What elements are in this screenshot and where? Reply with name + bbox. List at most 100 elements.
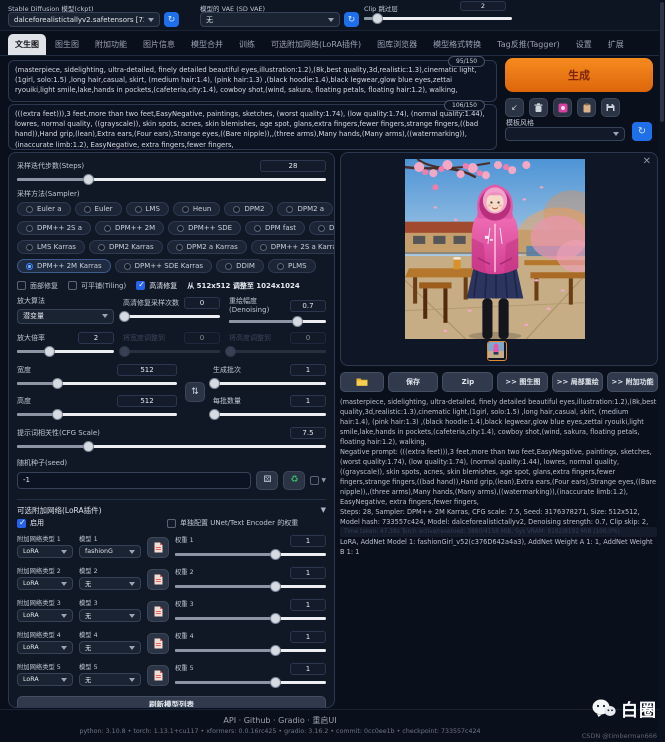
clear-prompt-button[interactable] <box>529 98 548 117</box>
steps-value[interactable]: 28 <box>260 160 326 172</box>
gallery-thumbnail[interactable] <box>487 341 507 361</box>
send-to-extras-button[interactable]: >> 附加功能 <box>607 372 658 392</box>
accordion-collapse-icon[interactable]: ▼ <box>321 506 326 514</box>
lora-weight-slider[interactable] <box>175 645 326 656</box>
lora-type-dropdown[interactable]: LoRA <box>17 641 73 654</box>
vae-dropdown[interactable]: 无 <box>200 12 340 27</box>
sampler-dpm2-a-karras[interactable]: DPM2 a Karras <box>167 240 247 254</box>
paste-params-button[interactable]: ↙ <box>505 98 524 117</box>
lora-model-info-button[interactable] <box>147 633 169 654</box>
lora-weight-value[interactable]: 1 <box>290 663 326 675</box>
seed-input[interactable]: -1 <box>17 472 251 489</box>
lora-weight-value[interactable]: 1 <box>290 631 326 643</box>
cfg-slider[interactable] <box>17 441 326 452</box>
tab-checkpoint-merger[interactable]: 模型合并 <box>184 34 230 55</box>
tab-extensions[interactable]: 扩展 <box>601 34 631 55</box>
tab-extras[interactable]: 附加功能 <box>88 34 134 55</box>
styles-dropdown[interactable] <box>505 127 625 141</box>
sampler-dpm2[interactable]: DPM2 <box>224 202 273 216</box>
clip-skip-slider[interactable] <box>364 13 512 24</box>
batch-size-value[interactable]: 1 <box>290 395 326 407</box>
lora-weight-value[interactable]: 1 <box>290 567 326 579</box>
tab-additional-networks[interactable]: 可选附加网络(LoRA插件) <box>264 34 368 55</box>
tab-txt2img[interactable]: 文生图 <box>8 34 46 55</box>
tab-png-info[interactable]: 图片信息 <box>136 34 182 55</box>
width-slider[interactable] <box>17 378 177 389</box>
tiling-checkbox[interactable]: 可平铺(Tiling) <box>68 281 126 290</box>
tab-model-converter[interactable]: 模型格式转换 <box>426 34 488 55</box>
negative-prompt-input[interactable]: (((extra feet))),3 feet,more than two fe… <box>8 104 497 150</box>
upscale-by-value[interactable]: 2 <box>78 332 114 344</box>
hires-steps-value[interactable]: 0 <box>184 297 220 309</box>
lora-weight-slider[interactable] <box>175 581 326 592</box>
reload-ui-link[interactable]: 重启UI <box>312 716 336 725</box>
height-slider[interactable] <box>17 409 177 420</box>
sampler-dpmpp-2s-a[interactable]: DPM++ 2S a <box>17 221 91 235</box>
sampler-euler[interactable]: Euler <box>75 202 122 216</box>
tab-tagger[interactable]: Tag反推(Tagger) <box>490 34 567 55</box>
open-folder-button[interactable] <box>340 372 384 392</box>
model-dropdown[interactable]: dalceforealistictallyv2.safetensors [733… <box>8 12 160 27</box>
restore-faces-checkbox[interactable]: 面部修复 <box>17 281 58 290</box>
sampler-lms-karras[interactable]: LMS Karras <box>17 240 85 254</box>
sampler-dpmpp-2s-a-karras[interactable]: DPM++ 2S a Karras <box>251 240 335 254</box>
sampler-ddim[interactable]: DDIM <box>216 259 264 273</box>
random-seed-button[interactable]: ⚄ <box>256 471 278 490</box>
steps-slider[interactable] <box>17 174 326 185</box>
sampler-heun[interactable]: Heun <box>173 202 220 216</box>
sampler-lms[interactable]: LMS <box>126 202 169 216</box>
lora-weight-slider[interactable] <box>175 677 326 688</box>
denoise-slider[interactable] <box>229 316 326 327</box>
sampler-dpmpp-sde[interactable]: DPM++ SDE <box>168 221 241 235</box>
cfg-value[interactable]: 7.5 <box>290 427 326 439</box>
tab-train[interactable]: 训练 <box>232 34 262 55</box>
height-value[interactable]: 512 <box>117 395 177 407</box>
lora-model-dropdown[interactable]: 无 <box>79 609 141 622</box>
sampler-dpm-fast[interactable]: DPM fast <box>245 221 305 235</box>
lora-separate-weights-checkbox[interactable]: 单独配置 UNet/Text Encoder 的权重 <box>167 519 298 528</box>
lora-model-info-button[interactable] <box>147 601 169 622</box>
generated-image[interactable] <box>405 159 585 339</box>
swap-dimensions-button[interactable]: ⇅ <box>185 382 205 402</box>
gradio-link[interactable]: Gradio <box>278 716 305 725</box>
send-to-img2img-button[interactable]: >> 图生图 <box>497 372 548 392</box>
save-button[interactable]: 保存 <box>388 372 439 392</box>
lora-model-info-button[interactable] <box>147 537 169 558</box>
model-refresh-button[interactable]: ↻ <box>164 12 179 27</box>
tab-settings[interactable]: 设置 <box>569 34 599 55</box>
lora-accordion-title[interactable]: 可选附加网络(LoRA插件) <box>17 506 102 515</box>
batch-count-value[interactable]: 1 <box>290 364 326 376</box>
lora-model-dropdown[interactable]: 无 <box>79 577 141 590</box>
generate-button[interactable]: 生成 <box>505 58 653 92</box>
upscale-by-slider[interactable] <box>17 346 114 357</box>
lora-model-info-button[interactable] <box>147 665 169 686</box>
github-link[interactable]: Github <box>244 716 271 725</box>
vae-refresh-button[interactable]: ↻ <box>344 12 359 27</box>
batch-size-slider[interactable] <box>213 409 326 420</box>
hires-fix-checkbox[interactable]: 高清修复 <box>136 281 177 290</box>
reuse-seed-button[interactable]: ♻ <box>283 471 305 490</box>
lora-type-dropdown[interactable]: LoRA <box>17 609 73 622</box>
lora-enable-checkbox[interactable]: 启用 <box>17 519 162 528</box>
prompt-token-counter[interactable]: 95/150 <box>448 56 485 67</box>
sampler-plms[interactable]: PLMS <box>268 259 316 273</box>
sampler-dpm2-karras[interactable]: DPM2 Karras <box>89 240 163 254</box>
lora-weight-value[interactable]: 1 <box>290 599 326 611</box>
batch-count-slider[interactable] <box>213 378 326 389</box>
styles-refresh-button[interactable]: ↻ <box>632 122 652 141</box>
lora-model-info-button[interactable] <box>147 569 169 590</box>
prompt-input[interactable]: (masterpiece, sidelighting, ultra-detail… <box>8 60 497 102</box>
sampler-dpmpp-2m[interactable]: DPM++ 2M <box>95 221 164 235</box>
extra-seed-checkbox[interactable]: ▼ <box>310 476 326 485</box>
lora-weight-value[interactable]: 1 <box>290 535 326 547</box>
apply-style-button[interactable] <box>577 98 596 117</box>
lora-model-dropdown[interactable]: 无 <box>79 673 141 686</box>
upscaler-dropdown[interactable]: 潜变量 <box>17 309 114 324</box>
extra-networks-button[interactable] <box>553 98 572 117</box>
lora-type-dropdown[interactable]: LoRA <box>17 545 73 558</box>
sampler-dpm-adaptive[interactable]: DPM adaptive <box>309 221 335 235</box>
sampler-dpmpp-2m-karras[interactable]: DPM++ 2M Karras <box>17 259 111 273</box>
sampler-dpm2-a[interactable]: DPM2 a <box>277 202 333 216</box>
page-scrollbar[interactable] <box>659 0 665 742</box>
lora-model-dropdown[interactable]: fashionG <box>79 545 141 558</box>
